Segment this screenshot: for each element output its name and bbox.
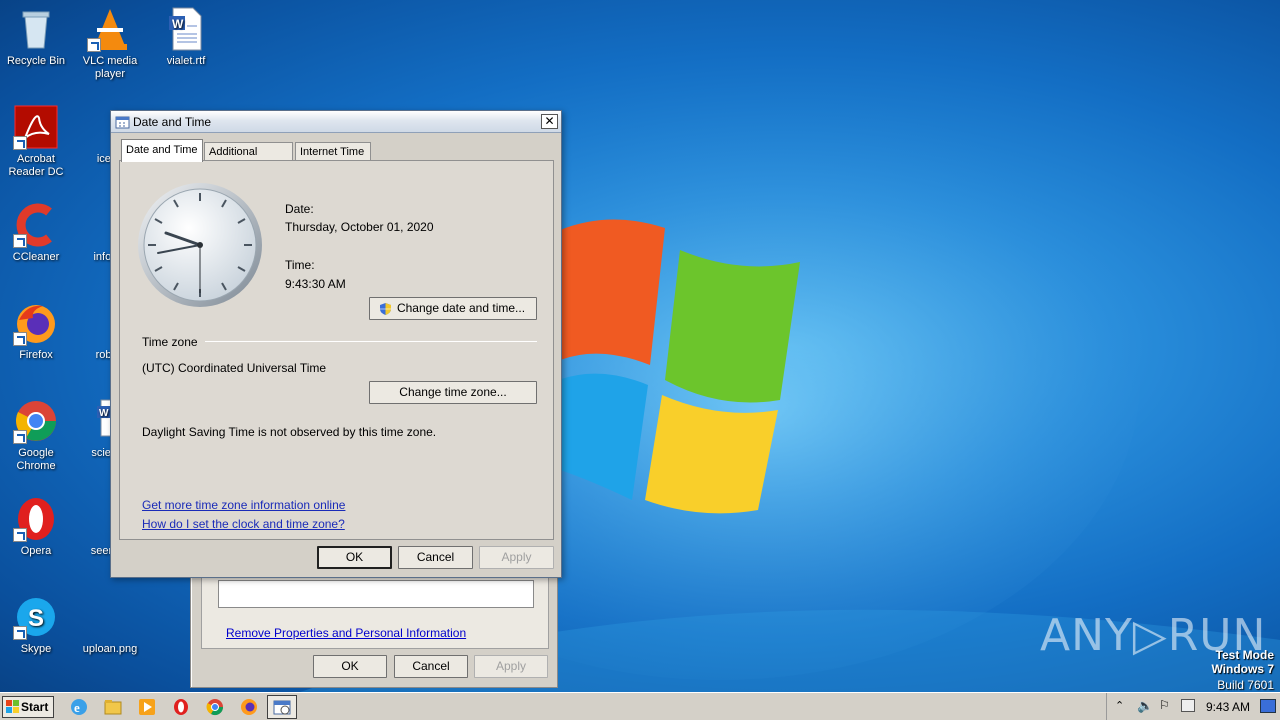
svg-text:W: W — [99, 408, 109, 419]
dialog-title: Date and Time — [133, 115, 212, 129]
desktop-icon-vlc[interactable]: VLC media player — [72, 6, 148, 81]
windows-version-label: Windows 7 — [1211, 662, 1274, 676]
chrome-icon — [13, 398, 59, 444]
svg-text:W: W — [172, 17, 184, 31]
explorer-folder-icon[interactable] — [103, 697, 123, 717]
timezone-value: (UTC) Coordinated Universal Time — [142, 361, 327, 375]
test-mode-label: Test Mode — [1215, 648, 1274, 662]
tab-panel: Date: Thursday, October 01, 2020 Time: 9… — [119, 160, 554, 540]
vlc-icon — [87, 6, 133, 52]
svg-text:S: S — [28, 605, 44, 632]
how-to-set-clock-link[interactable]: How do I set the clock and time zone? — [142, 517, 345, 531]
tab-additional-clocks[interactable]: Additional Clocks — [204, 142, 293, 176]
desktop-icon-skype[interactable]: S Skype — [0, 594, 74, 656]
ok-button[interactable]: OK — [317, 546, 392, 569]
network-icon[interactable] — [1181, 699, 1195, 712]
date-label: Date: — [285, 202, 314, 216]
internet-explorer-icon[interactable]: e — [69, 697, 89, 717]
windows-flag-icon — [6, 700, 19, 713]
chrome-icon[interactable] — [205, 697, 225, 717]
bg-cancel-button[interactable]: Cancel — [394, 655, 468, 678]
acrobat-icon — [13, 104, 59, 150]
cancel-button[interactable]: Cancel — [398, 546, 473, 569]
close-button[interactable]: ✕ — [541, 114, 558, 129]
properties-window-background: Remove Properties and Personal Informati… — [190, 560, 558, 688]
opera-icon — [13, 496, 59, 542]
timezone-info-link[interactable]: Get more time zone information online — [142, 498, 345, 512]
dst-note: Daylight Saving Time is not observed by … — [142, 425, 437, 439]
date-value: Thursday, October 01, 2020 — [285, 220, 434, 234]
taskbar-date-time-window[interactable] — [267, 695, 297, 719]
time-label: Time: — [285, 258, 315, 272]
tab-date-and-time[interactable]: Date and Time — [121, 139, 203, 162]
uac-shield-icon — [380, 303, 391, 315]
recycle-bin-icon — [13, 6, 59, 52]
firefox-icon[interactable] — [239, 697, 259, 717]
desktop-icon-uploan-png[interactable]: uploan.png — [72, 594, 148, 656]
bg-apply-button[interactable]: Apply — [474, 655, 548, 678]
apply-button[interactable]: Apply — [479, 546, 554, 569]
change-timezone-button[interactable]: Change time zone... — [369, 381, 537, 404]
system-tray: ⌃ 🔈 ⚐ 9:43 AM — [1106, 693, 1280, 720]
volume-icon[interactable]: 🔈 — [1137, 698, 1153, 714]
date-time-dialog: Date and Time ✕ Date and Time Additional… — [110, 110, 562, 578]
firefox-icon — [13, 300, 59, 346]
media-player-icon[interactable] — [137, 697, 157, 717]
svg-text:e: e — [74, 700, 80, 715]
desktop-icon-firefox[interactable]: Firefox — [0, 300, 74, 362]
tab-internet-time[interactable]: Internet Time — [295, 142, 371, 161]
remove-properties-link[interactable]: Remove Properties and Personal Informati… — [226, 626, 466, 640]
start-button[interactable]: Start — [2, 696, 54, 718]
desktop-icon-chrome[interactable]: Google Chrome — [0, 398, 74, 473]
opera-icon[interactable] — [171, 697, 191, 717]
date-time-icon — [115, 116, 130, 129]
properties-textbox[interactable] — [218, 580, 534, 608]
desktop-icon-ccleaner[interactable]: CCleaner — [0, 202, 74, 264]
timezone-separator — [205, 341, 537, 342]
desktop-icon-recycle-bin[interactable]: Recycle Bin — [0, 6, 74, 68]
date-time-window-icon — [273, 700, 291, 715]
action-center-flag-icon[interactable]: ⚐ — [1159, 698, 1170, 712]
bg-ok-button[interactable]: OK — [313, 655, 387, 678]
change-date-time-button[interactable]: Change date and time... — [369, 297, 537, 320]
build-label: Build 7601 — [1217, 678, 1274, 692]
ccleaner-icon — [13, 202, 59, 248]
skype-icon: S — [13, 594, 59, 640]
taskbar: Start e ⌃ 🔈 ⚐ 9:43 AM — [0, 692, 1280, 720]
show-hidden-icons-icon[interactable]: ⌃ — [1115, 699, 1124, 712]
time-value: 9:43:30 AM — [285, 277, 346, 291]
close-icon: ✕ — [544, 114, 555, 128]
desktop-icon-opera[interactable]: Opera — [0, 496, 74, 558]
desktop-icon-acrobat[interactable]: Acrobat Reader DC — [0, 104, 74, 179]
timezone-heading: Time zone — [142, 335, 198, 349]
word-document-icon: W — [163, 6, 209, 52]
show-desktop-icon[interactable] — [1260, 699, 1276, 713]
image-file-icon — [87, 594, 133, 640]
taskbar-clock[interactable]: 9:43 AM — [1206, 700, 1250, 714]
desktop-icon-vialet-rtf[interactable]: W vialet.rtf — [148, 6, 224, 68]
dialog-titlebar[interactable]: Date and Time ✕ — [111, 111, 561, 133]
analog-clock-icon — [138, 183, 262, 307]
